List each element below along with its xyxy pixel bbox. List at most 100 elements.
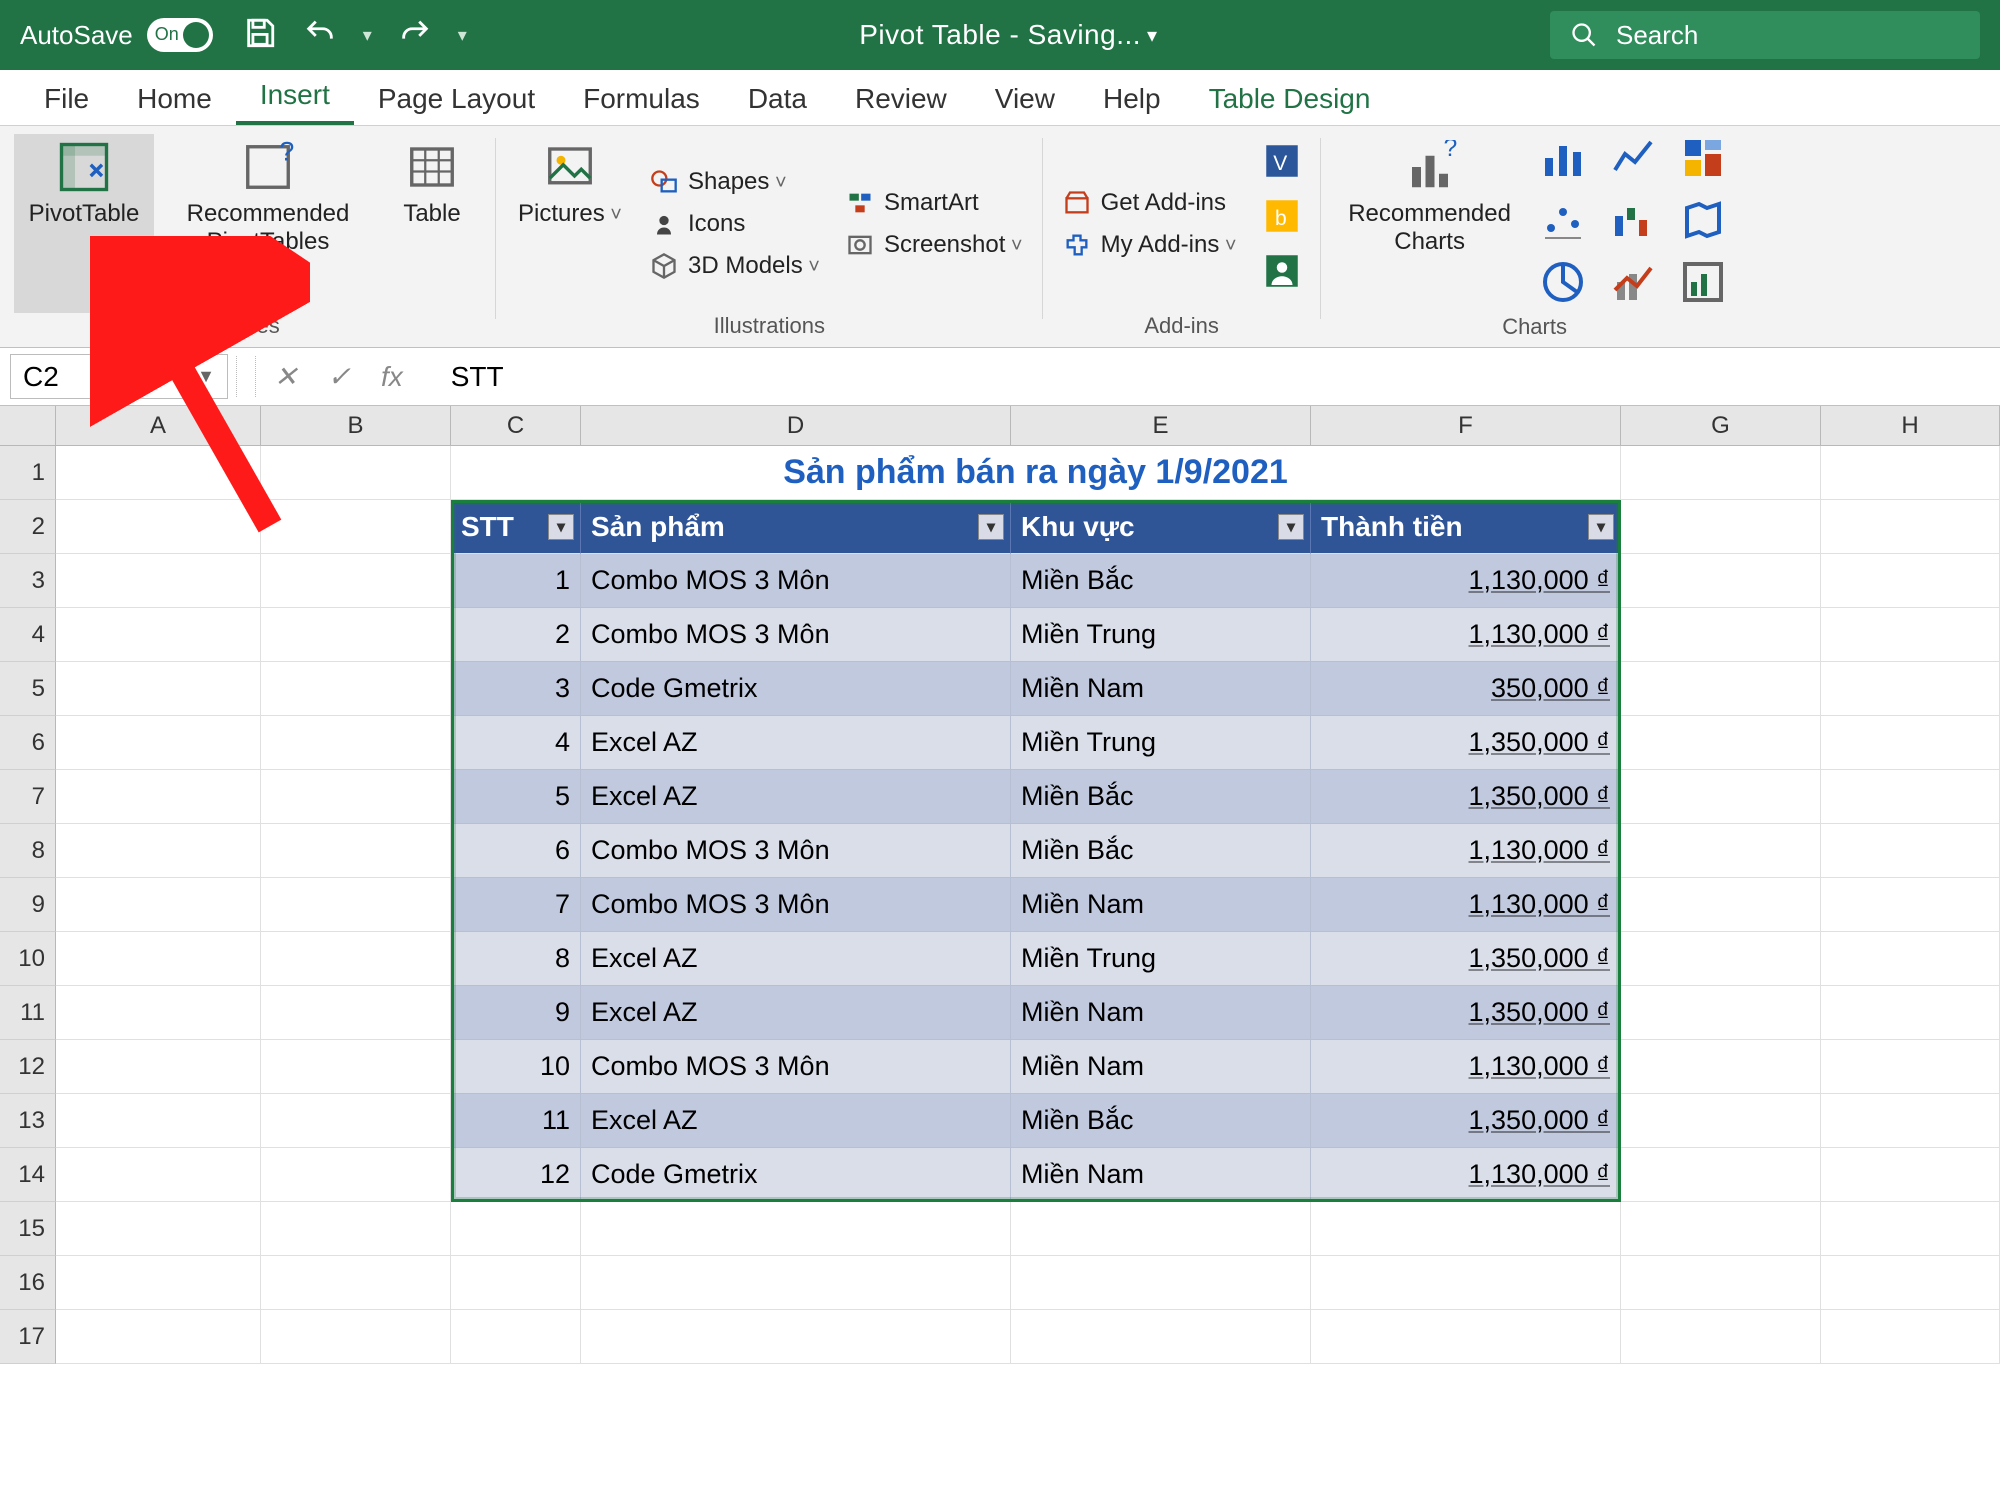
cell[interactable]: [261, 986, 451, 1040]
cell[interactable]: [581, 1256, 1011, 1310]
cell[interactable]: [1821, 554, 2000, 608]
autosave-toggle[interactable]: [147, 18, 213, 52]
cell[interactable]: [1821, 770, 2000, 824]
formula-bar-grip[interactable]: [236, 356, 256, 397]
cell[interactable]: Miền Nam: [1011, 986, 1311, 1040]
cell[interactable]: [261, 446, 451, 500]
cell[interactable]: Excel AZ: [581, 986, 1011, 1040]
cell[interactable]: [1621, 446, 1821, 500]
cell[interactable]: [451, 1256, 581, 1310]
cell[interactable]: 2: [451, 608, 581, 662]
cell[interactable]: [1621, 932, 1821, 986]
row-header[interactable]: 7: [0, 770, 56, 824]
cell[interactable]: 1,130,000 ₫: [1311, 608, 1621, 662]
cell[interactable]: 10: [451, 1040, 581, 1094]
cell[interactable]: [56, 770, 261, 824]
cell[interactable]: [261, 1310, 451, 1364]
tab-table-design[interactable]: Table Design: [1185, 73, 1395, 125]
pivottable-button[interactable]: PivotTable: [14, 134, 154, 313]
cell[interactable]: [261, 770, 451, 824]
waterfall-chart-icon[interactable]: [1609, 196, 1665, 252]
cell[interactable]: Sản phẩm: [581, 500, 1011, 554]
line-chart-icon[interactable]: [1609, 134, 1665, 190]
cell[interactable]: Excel AZ: [581, 932, 1011, 986]
cell[interactable]: [1621, 770, 1821, 824]
cell[interactable]: [1821, 1256, 2000, 1310]
cell[interactable]: 4: [451, 716, 581, 770]
cell[interactable]: Miền Trung: [1011, 608, 1311, 662]
name-box-dropdown-icon[interactable]: ▼: [197, 366, 215, 387]
tab-page-layout[interactable]: Page Layout: [354, 73, 559, 125]
icons-button[interactable]: Icons: [644, 206, 826, 242]
tab-insert[interactable]: Insert: [236, 69, 354, 125]
col-header-H[interactable]: H: [1821, 406, 2000, 445]
col-header-A[interactable]: A: [56, 406, 261, 445]
cell[interactable]: [56, 932, 261, 986]
my-addins-button[interactable]: My Add-ins: [1057, 227, 1243, 263]
row-header[interactable]: 12: [0, 1040, 56, 1094]
cell[interactable]: [56, 1256, 261, 1310]
cell[interactable]: [451, 1310, 581, 1364]
cell[interactable]: [56, 608, 261, 662]
cell[interactable]: 12: [451, 1148, 581, 1202]
cell[interactable]: [1621, 1094, 1821, 1148]
cell[interactable]: [1311, 1310, 1621, 1364]
title-dropdown-icon[interactable]: ▾: [1147, 23, 1158, 48]
cell[interactable]: [1821, 1148, 2000, 1202]
3d-models-button[interactable]: 3D Models: [644, 248, 826, 284]
cell[interactable]: 5: [451, 770, 581, 824]
cell[interactable]: [1621, 824, 1821, 878]
cell[interactable]: Excel AZ: [581, 1094, 1011, 1148]
cell[interactable]: 1,130,000 ₫: [1311, 554, 1621, 608]
cell[interactable]: 1,350,000 ₫: [1311, 1094, 1621, 1148]
cell[interactable]: Miền Trung: [1011, 932, 1311, 986]
bing-addin-icon[interactable]: b: [1261, 195, 1303, 242]
cell[interactable]: [56, 716, 261, 770]
cell[interactable]: [1821, 608, 2000, 662]
col-header-F[interactable]: F: [1311, 406, 1621, 445]
cell[interactable]: [1011, 1256, 1311, 1310]
cell[interactable]: Excel AZ: [581, 770, 1011, 824]
cell[interactable]: [261, 1202, 451, 1256]
row-header[interactable]: 6: [0, 716, 56, 770]
row-header[interactable]: 4: [0, 608, 56, 662]
cell[interactable]: [1621, 1040, 1821, 1094]
cell[interactable]: [1621, 1310, 1821, 1364]
cell[interactable]: [1621, 1148, 1821, 1202]
col-header-G[interactable]: G: [1621, 406, 1821, 445]
cell[interactable]: Code Gmetrix: [581, 662, 1011, 716]
cell[interactable]: [261, 500, 451, 554]
pivotchart-icon[interactable]: [1679, 258, 1735, 314]
cell[interactable]: [581, 1202, 1011, 1256]
cell[interactable]: 11: [451, 1094, 581, 1148]
tab-home[interactable]: Home: [113, 73, 236, 125]
cell[interactable]: [1011, 1202, 1311, 1256]
filter-dropdown[interactable]: [978, 514, 1004, 540]
cell[interactable]: [56, 1202, 261, 1256]
cell[interactable]: [261, 1094, 451, 1148]
cell[interactable]: [56, 554, 261, 608]
cell[interactable]: [451, 1202, 581, 1256]
cell[interactable]: [1821, 1310, 2000, 1364]
filter-dropdown[interactable]: [548, 514, 574, 540]
cell[interactable]: [56, 662, 261, 716]
cell[interactable]: Combo MOS 3 Môn: [581, 1040, 1011, 1094]
cell[interactable]: 1,350,000 ₫: [1311, 986, 1621, 1040]
cell[interactable]: [56, 1094, 261, 1148]
cell[interactable]: [261, 878, 451, 932]
col-header-C[interactable]: C: [451, 406, 581, 445]
cell[interactable]: [1311, 1256, 1621, 1310]
tab-help[interactable]: Help: [1079, 73, 1185, 125]
cell[interactable]: 1,130,000 ₫: [1311, 1040, 1621, 1094]
row-header[interactable]: 8: [0, 824, 56, 878]
row-header[interactable]: 2: [0, 500, 56, 554]
cell[interactable]: Combo MOS 3 Môn: [581, 824, 1011, 878]
cell[interactable]: STT: [451, 500, 581, 554]
cell[interactable]: 1,130,000 ₫: [1311, 878, 1621, 932]
cell[interactable]: [1621, 608, 1821, 662]
cell[interactable]: [1821, 1094, 2000, 1148]
cell[interactable]: [1621, 1256, 1821, 1310]
cell[interactable]: Code Gmetrix: [581, 1148, 1011, 1202]
cell[interactable]: [1821, 1040, 2000, 1094]
cell[interactable]: [1621, 716, 1821, 770]
